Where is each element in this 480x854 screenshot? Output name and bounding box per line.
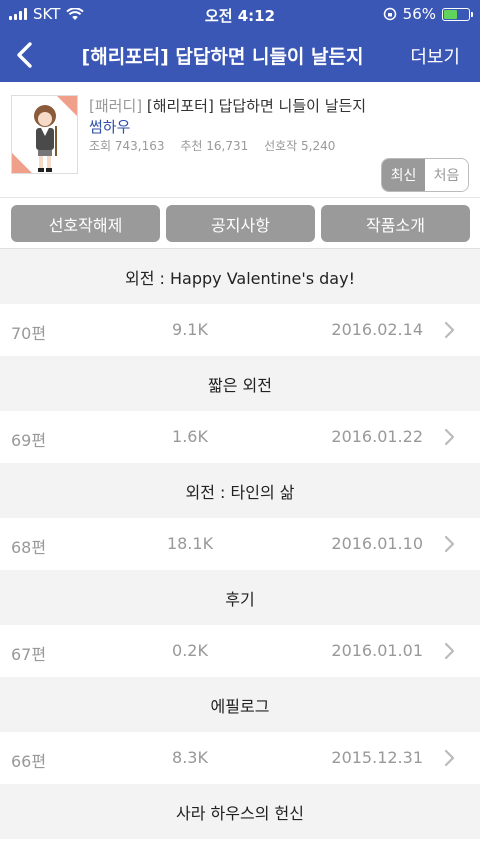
chapter-title: 외전 : 타인의 삶: [0, 463, 480, 518]
chapter-views: 8.3K: [172, 748, 208, 767]
chapter-number: 67편: [11, 645, 47, 664]
chapter-meta-row: 69편 1.6K 2016.01.22: [0, 411, 480, 463]
sort-first-button[interactable]: 처음: [425, 159, 468, 191]
genre-tag: [패러디]: [89, 97, 143, 115]
more-button[interactable]: 더보기: [410, 43, 460, 69]
chapter-meta-row: 70편 9.1K 2016.02.14: [0, 304, 480, 356]
sort-latest-button[interactable]: 최신: [382, 159, 425, 191]
chapter-number: 70편: [11, 324, 47, 343]
book-title: [패러디] [해리포터] 답답하면 니들이 날든지: [89, 95, 366, 116]
chapter-title: 외전 : Happy Valentine's day!: [0, 249, 480, 304]
favorite-count: 선호작 5,240: [264, 139, 336, 153]
chapter-date: 2016.01.22: [331, 427, 423, 446]
list-item[interactable]: 에필로그 66편 8.3K 2015.12.31: [0, 677, 480, 784]
chapter-date: 2016.02.14: [331, 320, 423, 339]
unfavorite-button[interactable]: 선호작해제: [11, 205, 160, 242]
recommend-count: 추천 16,731: [180, 139, 249, 153]
list-item[interactable]: 후기 67편 0.2K 2016.01.01: [0, 570, 480, 677]
list-item[interactable]: 외전 : Happy Valentine's day! 70편 9.1K 201…: [0, 249, 480, 356]
view-count: 조회 743,163: [89, 139, 165, 153]
page-title: [해리포터] 답답하면 니들이 날든지: [81, 46, 364, 68]
chapter-number: 66편: [11, 752, 47, 771]
chapter-meta-row: 68편 18.1K 2016.01.10: [0, 518, 480, 570]
chapter-views: 1.6K: [172, 427, 208, 446]
sort-toggle: 최신 처음: [381, 158, 469, 192]
intro-button[interactable]: 작품소개: [321, 205, 470, 242]
chapter-views: 0.2K: [172, 641, 208, 660]
chevron-right-icon: [444, 642, 455, 660]
status-bar: SKT 오전 4:12 56%: [0, 0, 480, 28]
chevron-right-icon: [444, 749, 455, 767]
navigation-bar: [해리포터] 답답하면 니들이 날든지 더보기: [0, 28, 480, 82]
rotation-lock-icon: [383, 7, 396, 21]
chevron-right-icon: [444, 321, 455, 339]
character-illustration: [12, 96, 77, 173]
chapter-title: 후기: [0, 570, 480, 625]
chapter-number: 68편: [11, 538, 47, 557]
chevron-right-icon: [444, 535, 455, 553]
chapter-date: 2015.12.31: [331, 748, 423, 767]
chapter-views: 18.1K: [166, 534, 214, 553]
chapter-meta-row: 66편 8.3K 2015.12.31: [0, 732, 480, 784]
chapter-list: 외전 : Happy Valentine's day! 70편 9.1K 201…: [0, 249, 480, 839]
chapter-views: 9.1K: [172, 320, 208, 339]
battery-percent: 56%: [402, 5, 436, 23]
battery-icon: [442, 7, 473, 21]
app-header: SKT 오전 4:12 56% [해리포터] 답답하면 니들이 날든지 더보기: [0, 0, 480, 82]
cover-image[interactable]: [11, 95, 78, 174]
divider: [0, 197, 480, 198]
list-item[interactable]: 짧은 외전 69편 1.6K 2016.01.22: [0, 356, 480, 463]
book-title-text: [해리포터] 답답하면 니들이 날든지: [146, 97, 367, 115]
book-stats: 조회 743,163 추천 16,731 선호작 5,240: [89, 137, 347, 154]
chapter-date: 2016.01.01: [331, 641, 423, 660]
chapter-date: 2016.01.10: [331, 534, 423, 553]
chapter-title: 에필로그: [0, 677, 480, 732]
chapter-number: 69편: [11, 431, 47, 450]
author-name[interactable]: 썸하우: [89, 116, 130, 137]
notice-button[interactable]: 공지사항: [166, 205, 315, 242]
chapter-title: 사라 하우스의 헌신: [0, 784, 480, 839]
chapter-title: 짧은 외전: [0, 356, 480, 411]
list-item[interactable]: 사라 하우스의 헌신: [0, 784, 480, 839]
chevron-right-icon: [444, 428, 455, 446]
chapter-meta-row: 67편 0.2K 2016.01.01: [0, 625, 480, 677]
back-arrow-icon[interactable]: [10, 38, 44, 72]
list-item[interactable]: 외전 : 타인의 삶 68편 18.1K 2016.01.10: [0, 463, 480, 570]
